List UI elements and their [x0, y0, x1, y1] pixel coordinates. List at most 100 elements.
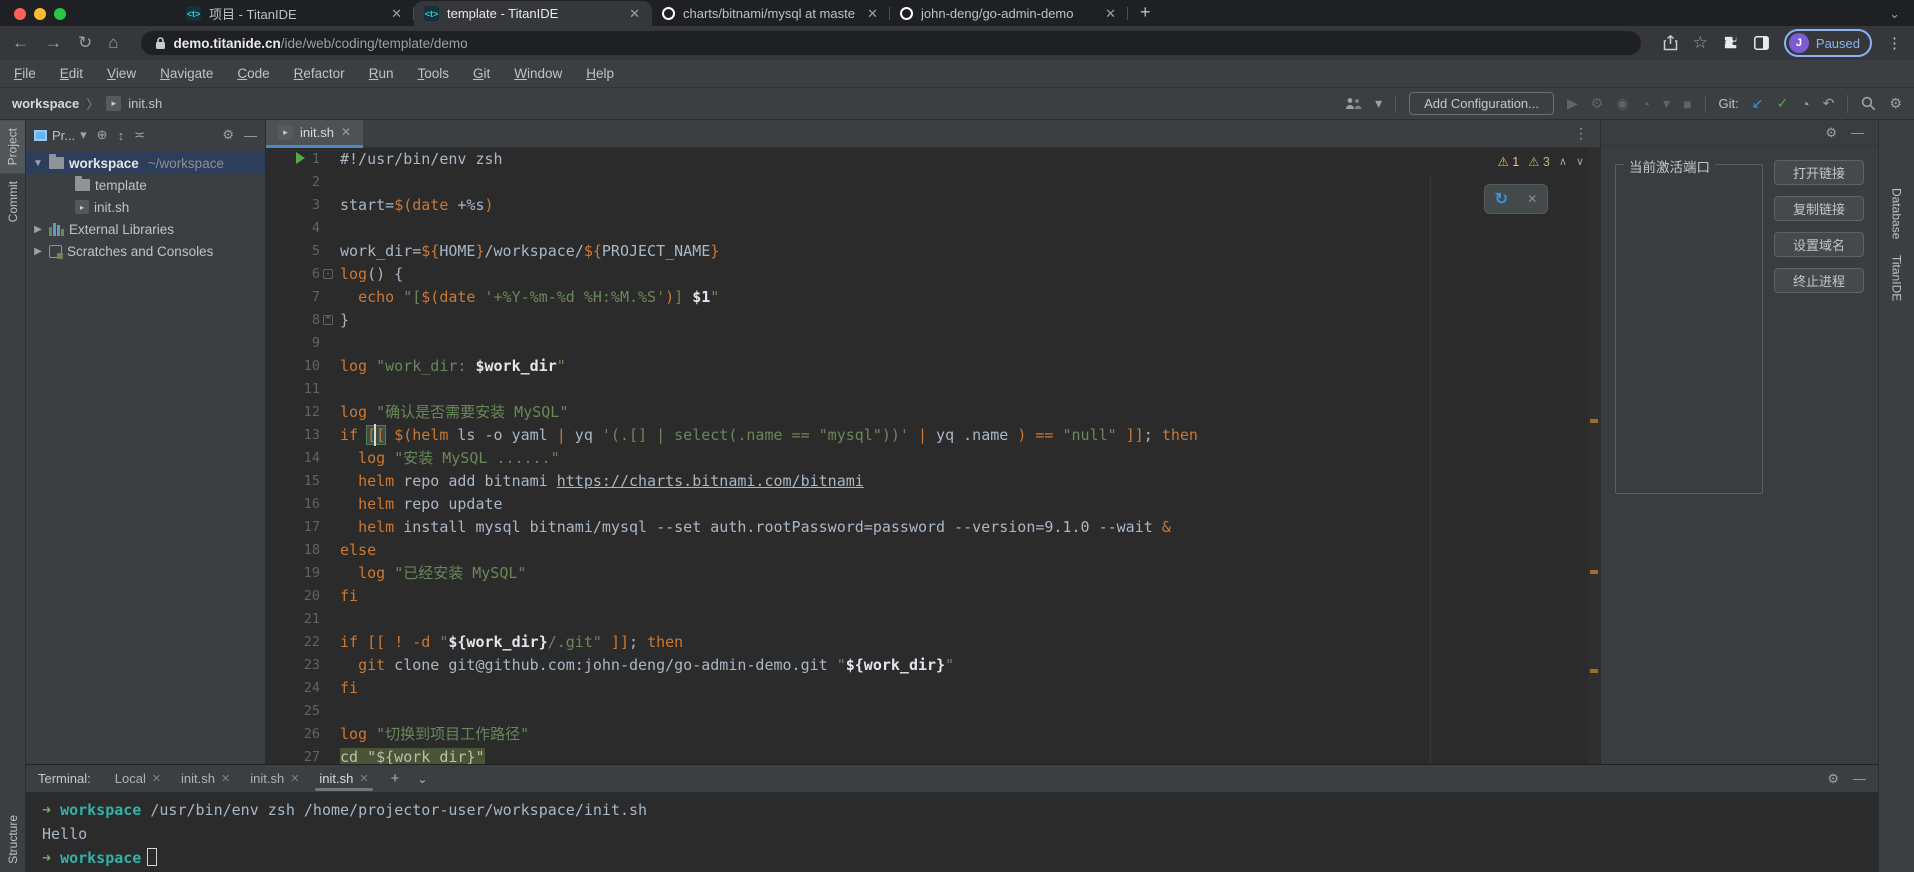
menu-refactor[interactable]: Refactor: [294, 66, 345, 81]
bookmark-star-icon[interactable]: ☆: [1693, 33, 1708, 53]
hide-panel-icon[interactable]: —: [1851, 125, 1864, 140]
code-with-me-users-icon[interactable]: [1345, 97, 1362, 110]
tool-tab-structure[interactable]: Structure: [4, 807, 22, 872]
terminal-output[interactable]: ➜ workspace /usr/bin/env zsh /home/proje…: [26, 793, 1878, 872]
menu-file[interactable]: File: [14, 66, 36, 81]
line-number[interactable]: 18: [266, 539, 332, 562]
settings-gear-icon[interactable]: ⚙: [1889, 95, 1902, 112]
close-tab-icon[interactable]: ✕: [359, 772, 368, 785]
git-history-icon[interactable]: ◔: [1801, 96, 1809, 112]
profiler-dropdown-chevron-icon[interactable]: ▾: [1663, 95, 1670, 112]
run-icon[interactable]: ▶: [1567, 95, 1578, 112]
project-view-selector[interactable]: Pr... ▾: [34, 127, 87, 143]
close-tab-icon[interactable]: ✕: [152, 772, 161, 785]
line-number[interactable]: 15: [266, 470, 332, 493]
line-number[interactable]: 8^: [266, 309, 332, 332]
line-number[interactable]: 6-: [266, 263, 332, 286]
expander-icon[interactable]: ▶: [32, 224, 44, 235]
users-dropdown-chevron-icon[interactable]: ▾: [1375, 95, 1382, 112]
prev-problem-icon[interactable]: ∧: [1559, 155, 1567, 168]
tool-tab-database[interactable]: Database: [1888, 180, 1906, 247]
git-commit-check-icon[interactable]: ✓: [1777, 95, 1789, 112]
floating-refresh-widget[interactable]: ↻ ✕: [1484, 184, 1548, 214]
stop-icon[interactable]: ■: [1683, 96, 1691, 112]
line-number[interactable]: 11: [266, 378, 332, 401]
close-window-icon[interactable]: [14, 8, 26, 20]
line-number[interactable]: 26: [266, 723, 332, 746]
dismiss-icon[interactable]: ✕: [1527, 192, 1537, 206]
locate-file-icon[interactable]: ⊕: [97, 127, 108, 143]
tool-tab-titanide[interactable]: TitanIDE: [1888, 247, 1906, 309]
zoom-window-icon[interactable]: [54, 8, 66, 20]
extensions-puzzle-icon[interactable]: [1723, 35, 1739, 51]
line-number[interactable]: 4: [266, 217, 332, 240]
line-number[interactable]: 21: [266, 608, 332, 631]
menu-git[interactable]: Git: [473, 66, 490, 81]
debug-icon[interactable]: ⚙: [1591, 95, 1604, 112]
git-update-icon[interactable]: ↙: [1752, 95, 1764, 112]
tree-item-init-sh[interactable]: ▸init.sh: [26, 196, 265, 218]
close-tab-icon[interactable]: ✕: [290, 772, 299, 785]
panel-settings-gear-icon[interactable]: ⚙: [1825, 125, 1837, 141]
profiler-icon[interactable]: ◔: [1642, 96, 1650, 112]
terminal-tab-local[interactable]: Local✕: [105, 765, 171, 793]
expander-icon[interactable]: ▼: [32, 158, 44, 169]
close-tab-icon[interactable]: ✕: [389, 6, 404, 22]
line-number[interactable]: 24: [266, 677, 332, 700]
terminal-dropdown-chevron-icon[interactable]: ⌄: [411, 772, 433, 786]
menu-edit[interactable]: Edit: [60, 66, 83, 81]
line-number[interactable]: 7: [266, 286, 332, 309]
tree-item-scratches-and-consoles[interactable]: ▶Scratches and Consoles: [26, 240, 265, 262]
tree-item-external-libraries[interactable]: ▶External Libraries: [26, 218, 265, 240]
line-number[interactable]: 10: [266, 355, 332, 378]
close-tab-icon[interactable]: ✕: [627, 6, 642, 22]
new-tab-button[interactable]: +: [1128, 2, 1163, 26]
line-number[interactable]: 20: [266, 585, 332, 608]
fold-marker-icon[interactable]: ^: [323, 315, 333, 325]
line-number[interactable]: 25: [266, 700, 332, 723]
port-button[interactable]: 终止进程: [1774, 268, 1864, 293]
fold-marker-icon[interactable]: -: [323, 269, 333, 279]
next-problem-icon[interactable]: ∨: [1576, 155, 1584, 168]
run-line-icon[interactable]: [296, 152, 305, 164]
editor-options-kebab-icon[interactable]: ⋮: [1574, 125, 1600, 142]
line-number[interactable]: 5: [266, 240, 332, 263]
side-panel-icon[interactable]: [1754, 36, 1769, 50]
close-tab-icon[interactable]: ✕: [1103, 6, 1118, 22]
hide-panel-icon[interactable]: —: [244, 128, 257, 143]
close-tab-icon[interactable]: ✕: [865, 6, 880, 22]
share-icon[interactable]: [1663, 35, 1678, 51]
browser-tab[interactable]: john-deng/go-admin-demo✕: [890, 1, 1128, 26]
line-number[interactable]: 13: [266, 424, 332, 447]
port-button[interactable]: 设置域名: [1774, 232, 1864, 257]
line-number[interactable]: 22: [266, 631, 332, 654]
menu-tools[interactable]: Tools: [417, 66, 449, 81]
line-number[interactable]: 1: [266, 148, 332, 171]
coverage-icon[interactable]: ◉: [1616, 95, 1628, 112]
collapse-all-icon[interactable]: ≍: [134, 127, 145, 143]
tool-tab-commit[interactable]: Commit: [4, 173, 22, 230]
menu-view[interactable]: View: [107, 66, 136, 81]
tree-item-template[interactable]: template: [26, 174, 265, 196]
terminal-settings-gear-icon[interactable]: ⚙: [1827, 771, 1839, 787]
new-terminal-icon[interactable]: +: [383, 770, 408, 787]
minimize-window-icon[interactable]: [34, 8, 46, 20]
back-icon[interactable]: ←: [12, 33, 29, 53]
browser-menu-icon[interactable]: ⋮: [1887, 34, 1902, 52]
menu-help[interactable]: Help: [586, 66, 614, 81]
port-button[interactable]: 复制链接: [1774, 196, 1864, 221]
hide-terminal-icon[interactable]: —: [1853, 771, 1866, 787]
menu-navigate[interactable]: Navigate: [160, 66, 213, 81]
menu-code[interactable]: Code: [237, 66, 269, 81]
breadcrumb-file[interactable]: init.sh: [128, 96, 162, 111]
line-number[interactable]: 14: [266, 447, 332, 470]
search-everywhere-icon[interactable]: [1861, 96, 1876, 111]
refresh-icon[interactable]: ↻: [1495, 189, 1508, 209]
inspections-widget[interactable]: ⚠ 1 ⚠ 3 ∧ ∨: [1498, 154, 1584, 169]
line-number[interactable]: 3: [266, 194, 332, 217]
reload-icon[interactable]: ↻: [78, 33, 92, 53]
terminal-tab-init-sh[interactable]: init.sh✕: [240, 765, 309, 793]
line-number[interactable]: 27: [266, 746, 332, 764]
breadcrumb-root[interactable]: workspace: [12, 96, 79, 111]
expander-icon[interactable]: ▶: [32, 246, 44, 257]
